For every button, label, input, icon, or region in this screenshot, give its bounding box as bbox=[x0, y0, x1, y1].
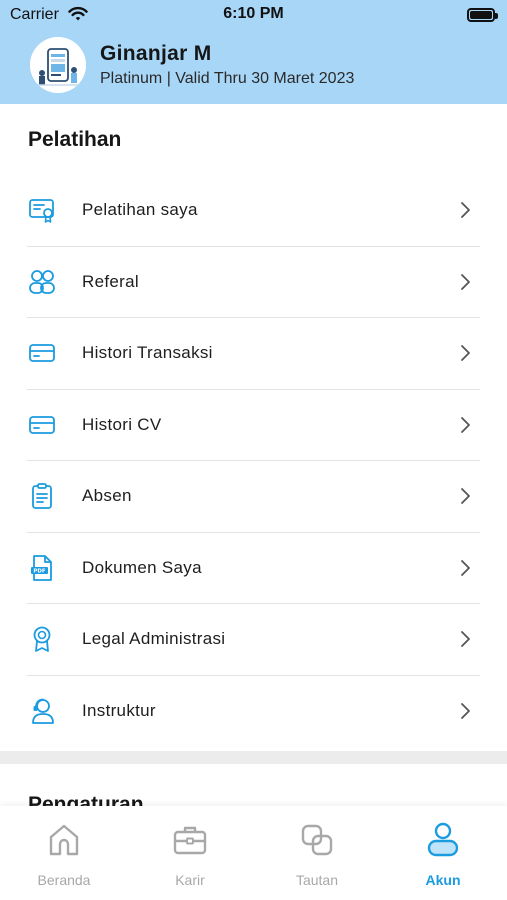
account-icon bbox=[427, 822, 459, 857]
chevron-right-icon bbox=[461, 488, 470, 505]
pdf-document-icon: PDF bbox=[27, 553, 57, 583]
menu-item-label: Absen bbox=[82, 486, 132, 506]
chevron-right-icon bbox=[461, 345, 470, 362]
menu-item-label: Histori Transaksi bbox=[82, 343, 213, 363]
svg-text:PDF: PDF bbox=[33, 568, 46, 574]
tab-label: Beranda bbox=[37, 872, 91, 888]
menu-item-dokumen-saya[interactable]: PDF Dokumen Saya bbox=[27, 533, 480, 604]
status-bar: Carrier 6:10 PM bbox=[0, 0, 507, 30]
link-icon bbox=[301, 824, 333, 856]
certificate-icon bbox=[27, 195, 57, 225]
chevron-right-icon bbox=[461, 703, 470, 720]
chevron-right-icon bbox=[461, 559, 470, 576]
clock: 6:10 PM bbox=[223, 5, 284, 22]
tab-karir[interactable]: Karir bbox=[140, 820, 240, 888]
clipboard-icon bbox=[27, 481, 57, 511]
home-icon bbox=[49, 824, 79, 856]
instructor-icon bbox=[27, 696, 57, 726]
chevron-right-icon bbox=[461, 416, 470, 433]
menu-item-referal[interactable]: Referal bbox=[27, 247, 480, 318]
profile-summary[interactable]: Ginanjar M Platinum | Valid Thru 30 Mare… bbox=[30, 37, 487, 97]
profile-header: Carrier 6:10 PM Ginanjar M Platinum | Va… bbox=[0, 0, 507, 104]
card-icon bbox=[27, 338, 57, 368]
tab-label: Karir bbox=[175, 872, 205, 888]
menu-item-absen[interactable]: Absen bbox=[27, 461, 480, 533]
menu-item-label: Referal bbox=[82, 271, 139, 291]
award-icon bbox=[27, 624, 57, 654]
menu-item-instruktur[interactable]: Instruktur bbox=[27, 676, 480, 748]
menu-item-label: Legal Administrasi bbox=[82, 629, 226, 649]
section-divider bbox=[0, 751, 507, 764]
menu-item-label: Dokumen Saya bbox=[82, 557, 202, 577]
menu-item-label: Instruktur bbox=[82, 701, 156, 721]
menu-item-pelatihan-saya[interactable]: Pelatihan saya bbox=[27, 175, 480, 247]
tab-beranda[interactable]: Beranda bbox=[14, 820, 114, 888]
tab-akun[interactable]: Akun bbox=[393, 820, 493, 888]
tab-tautan[interactable]: Tautan bbox=[267, 820, 367, 888]
profile-name: Ginanjar M bbox=[100, 42, 212, 65]
section-title-pengaturan: Pengaturan bbox=[28, 793, 144, 807]
users-icon bbox=[27, 267, 57, 297]
chevron-right-icon bbox=[461, 273, 470, 290]
membership-status: Platinum | Valid Thru 30 Maret 2023 bbox=[100, 70, 355, 87]
menu-item-label: Histori CV bbox=[82, 414, 162, 434]
menu-item-legal-administrasi[interactable]: Legal Administrasi bbox=[27, 604, 480, 676]
avatar-illustration-icon bbox=[30, 37, 86, 93]
bottom-tab-bar: Beranda Karir Tautan Akun bbox=[0, 806, 507, 900]
avatar[interactable] bbox=[30, 37, 86, 93]
menu-item-histori-transaksi[interactable]: Histori Transaksi bbox=[27, 318, 480, 390]
menu-item-histori-cv[interactable]: Histori CV bbox=[27, 390, 480, 461]
battery-icon bbox=[467, 8, 498, 22]
tab-label: Akun bbox=[425, 872, 461, 888]
briefcase-icon bbox=[173, 826, 207, 855]
tab-label: Tautan bbox=[295, 872, 339, 888]
section-title-pelatihan: Pelatihan bbox=[28, 128, 122, 151]
chevron-right-icon bbox=[461, 631, 470, 648]
card-icon bbox=[27, 410, 57, 440]
chevron-right-icon bbox=[461, 202, 470, 219]
menu-item-label: Pelatihan saya bbox=[82, 200, 198, 220]
pelatihan-menu: Pelatihan saya Referal Histori Transaksi bbox=[0, 175, 507, 747]
